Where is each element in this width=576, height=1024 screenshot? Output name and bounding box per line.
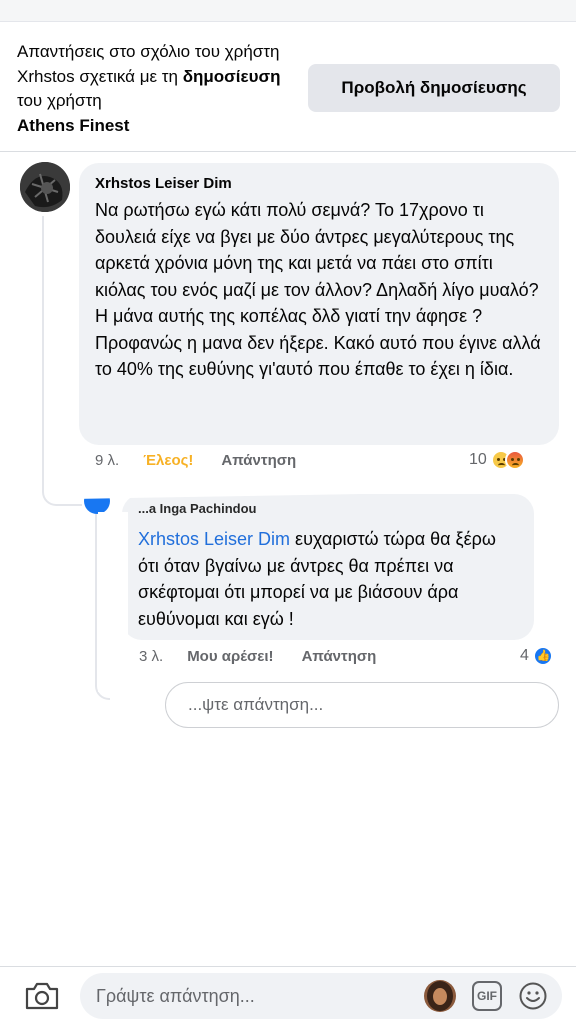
post-link[interactable]: δημοσίευση bbox=[183, 67, 281, 86]
reaction-summary[interactable]: 10 bbox=[469, 450, 525, 470]
reply-reaction-count: 4 bbox=[520, 647, 529, 664]
avatar-sticker-icon[interactable] bbox=[424, 980, 456, 1012]
reply-button[interactable]: Απάντηση bbox=[221, 452, 296, 469]
like-button[interactable]: Μου αρέσει! bbox=[187, 648, 273, 665]
reply-text: Xrhstos Leiser Dim ευχαριστώ τώρα θα ξέρ… bbox=[138, 529, 496, 629]
gif-icon[interactable]: GIF bbox=[472, 981, 502, 1011]
comment-bubble: Xrhstos Leiser Dim Να ρωτήσω εγώ κάτι πο… bbox=[79, 163, 559, 445]
bottom-compose-bar: Γράψτε απάντηση... GIF bbox=[0, 966, 576, 1024]
avatar-image bbox=[20, 162, 70, 212]
reaction-count: 10 bbox=[469, 451, 487, 468]
mention-link[interactable]: Xrhstos Leiser Dim bbox=[138, 529, 290, 549]
reply-input[interactable]: Γράψτε απάντηση... GIF bbox=[80, 973, 562, 1019]
comment-text: Να ρωτήσω εγώ κάτι πολύ σεμνά? Το 17χρον… bbox=[95, 200, 541, 379]
angry-reaction-icon bbox=[504, 450, 525, 470]
comment-author[interactable]: Xrhstos Leiser Dim bbox=[95, 173, 543, 195]
reply-reaction-summary[interactable]: 4 bbox=[520, 646, 553, 666]
page-name-link[interactable]: Athens Finest bbox=[17, 116, 129, 135]
reply-author[interactable]: ...a Inga Pachindou bbox=[138, 502, 518, 516]
comment-actions: 9 λ. Έλεος! Απάντηση bbox=[95, 452, 296, 469]
reply-actions: 3 λ. Μου αρέσει! Απάντηση bbox=[139, 648, 376, 665]
reaction-button[interactable]: Έλεος! bbox=[143, 452, 193, 469]
comment-time: 9 λ. bbox=[95, 452, 120, 469]
header-description: Απαντήσεις στο σχόλιο του χρήστη Xrhstos… bbox=[17, 42, 281, 135]
view-post-button[interactable]: Προβολή δημοσίευσης bbox=[308, 64, 560, 112]
input-icons: GIF bbox=[424, 980, 548, 1012]
redaction-scribble bbox=[98, 512, 128, 692]
like-reaction-icon bbox=[532, 646, 553, 666]
reply-time: 3 λ. bbox=[139, 648, 164, 665]
replies-header: Απαντήσεις στο σχόλιο του χρήστη Xrhstos… bbox=[0, 22, 576, 152]
camera-icon[interactable] bbox=[24, 981, 60, 1011]
reply-bubble: ...a Inga Pachindou Xrhstos Leiser Dim ε… bbox=[122, 494, 534, 640]
commenter-name: Xrhstos bbox=[17, 66, 75, 86]
top-strip bbox=[0, 0, 576, 22]
reply-reply-button[interactable]: Απάντηση bbox=[302, 648, 377, 665]
inline-reply-input[interactable]: ...ψτε απάντηση... bbox=[165, 682, 559, 728]
avatar[interactable] bbox=[20, 162, 70, 212]
emoji-icon[interactable] bbox=[518, 981, 548, 1011]
thread-line bbox=[42, 216, 82, 506]
